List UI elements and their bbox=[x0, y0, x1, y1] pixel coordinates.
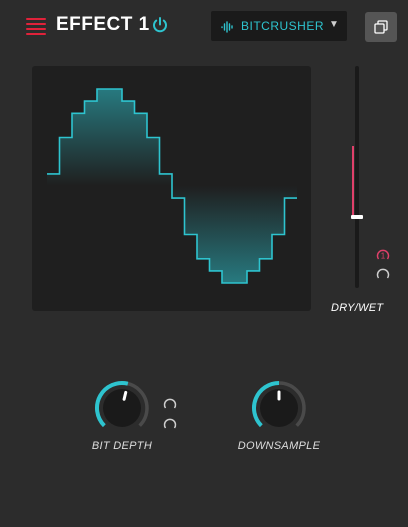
downsample-label: DOWNSAMPLE bbox=[237, 440, 321, 452]
dry-wet-slider[interactable] bbox=[355, 66, 359, 288]
effect-type-value: BITCRUSHER bbox=[241, 19, 325, 33]
dry-wet-fill bbox=[352, 146, 354, 217]
dry-wet-mod-slot-2[interactable] bbox=[376, 267, 390, 281]
waveform-icon bbox=[221, 20, 235, 33]
chevron-down-icon: ▼ bbox=[329, 19, 339, 30]
dry-wet-label: DRY/WET bbox=[331, 302, 384, 314]
bit-depth-mod-slot-1[interactable] bbox=[163, 397, 177, 411]
waveform-display bbox=[32, 66, 311, 311]
power-icon[interactable] bbox=[150, 15, 170, 35]
bit-depth-label: BIT DEPTH bbox=[91, 440, 153, 452]
downsample-knob[interactable] bbox=[251, 380, 307, 436]
effect-header: EFFECT 1 BITCRUSHER ▼ bbox=[0, 0, 408, 54]
effect-title: EFFECT 1 bbox=[56, 14, 150, 35]
copy-button[interactable] bbox=[365, 12, 397, 42]
bit-depth-knob-indicator bbox=[122, 390, 128, 401]
bit-depth-knob-graphic bbox=[95, 381, 149, 428]
downsample-knob-graphic bbox=[252, 381, 306, 428]
bit-depth-knob-body bbox=[103, 389, 141, 427]
dry-wet-mod-slot-1[interactable]: 1 bbox=[376, 248, 390, 262]
bit-depth-mod-slot-2[interactable] bbox=[163, 417, 177, 431]
hamburger-menu-icon[interactable] bbox=[26, 18, 46, 35]
mod-slot-number: 1 bbox=[381, 252, 386, 261]
effect-type-dropdown[interactable]: BITCRUSHER ▼ bbox=[211, 11, 347, 41]
dry-wet-thumb[interactable] bbox=[351, 214, 363, 219]
copy-icon bbox=[374, 20, 388, 34]
bit-depth-knob[interactable] bbox=[94, 380, 150, 436]
bitcrushed-waveform bbox=[47, 88, 297, 284]
